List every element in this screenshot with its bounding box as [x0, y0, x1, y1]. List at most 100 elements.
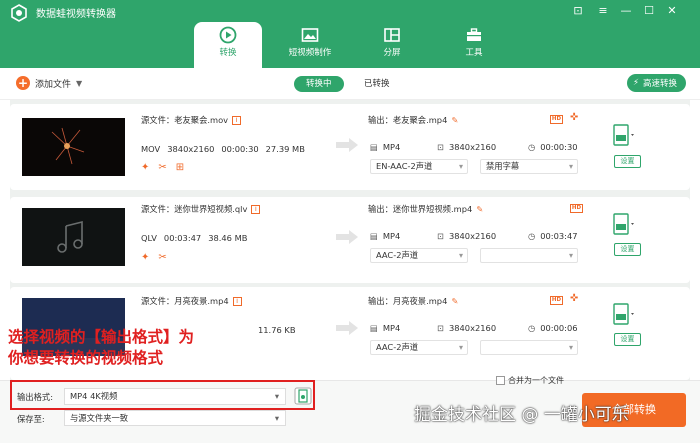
cut-icon[interactable]: ✜	[570, 293, 578, 304]
effects-icon[interactable]: ✦	[141, 252, 149, 263]
output-format-icon[interactable]	[611, 124, 635, 150]
resolution-icon: ⊡	[437, 323, 444, 333]
toolbox-icon	[467, 28, 481, 41]
cut-icon[interactable]: ✜	[570, 112, 578, 123]
source-meta: QLV 00:03:47 38.46 MB	[141, 233, 248, 243]
subtitle-select	[480, 340, 578, 355]
lightning-icon: ⚡	[633, 78, 639, 88]
chevron-down-icon[interactable]: ▼	[76, 79, 82, 88]
output-duration: ◷ 00:00:30	[528, 142, 578, 152]
tab-tools[interactable]: 工具	[440, 22, 508, 68]
item-actions: ✦ ✂ ⊞	[141, 162, 184, 173]
source-filename: 源文件：老友聚会.mov i	[141, 114, 341, 126]
arrow-right-icon	[336, 230, 358, 244]
merge-label: 合并为一个文件	[508, 376, 564, 385]
audio-track-select[interactable]: EN-AAC-2声道	[370, 159, 468, 174]
scissors-icon[interactable]: ✂	[158, 162, 166, 173]
output-format-icon[interactable]	[611, 303, 635, 329]
toolbar: + 添加文件 ▼ 转换中 已转换 ⚡ 高速转换	[0, 68, 700, 100]
info-icon[interactable]: i	[251, 205, 261, 214]
merge-checkbox[interactable]	[496, 376, 505, 385]
settings-button[interactable]: 设置	[614, 333, 641, 346]
output-resolution: ⊡ 3840x2160	[437, 323, 497, 333]
pencil-icon[interactable]: ✎	[476, 204, 483, 214]
output-resolution: ⊡ 3840x2160	[437, 142, 497, 152]
tab-label: 转换	[219, 48, 237, 58]
settings-button[interactable]: 设置	[614, 243, 641, 256]
app-window: 数据蛙视频转换器 ⊡ ≡ — ☐ ✕ 转换 短视频制作 分屏 工具 + 添加文件…	[0, 0, 700, 443]
output-format-icon[interactable]	[611, 213, 635, 239]
tab-short-video[interactable]: 短视频制作	[276, 22, 344, 68]
list-item: 源文件：老友聚会.mov i MOV 3840x2160 00:00:30 27.39 …	[10, 104, 690, 190]
output-filename: 输出：老友聚会.mp4 ✎	[368, 115, 459, 125]
film-icon: ▤	[370, 323, 378, 333]
output-format: ▤ MP4	[370, 231, 401, 241]
film-icon: ▤	[370, 231, 378, 241]
settings-button[interactable]: 设置	[614, 155, 641, 168]
tab-label: 分屏	[383, 48, 401, 58]
tab-label: 短视频制作	[288, 48, 332, 58]
tab-label: 工具	[465, 48, 483, 58]
output-filename: 输出：迷你世界短视频.mp4 ✎	[368, 204, 484, 214]
film-icon: ▤	[370, 142, 378, 152]
fast-convert-label: 高速转换	[642, 79, 677, 89]
skin-icon[interactable]: ⊡	[570, 4, 586, 18]
clock-icon: ◷	[528, 231, 536, 241]
item-actions: ✦ ✂	[141, 252, 167, 263]
annotation-line-1: 选择视频的【输出格式】为	[8, 328, 195, 346]
hd-badge-icon[interactable]: HD	[570, 204, 583, 213]
music-note-icon	[22, 208, 125, 266]
audio-track-select[interactable]: AAC-2声道	[370, 248, 468, 263]
annotation-line-2: 你想要转换的视频格式	[8, 349, 164, 367]
tab-convert[interactable]: 转换	[194, 22, 262, 68]
app-logo-icon	[11, 4, 27, 22]
info-icon[interactable]: i	[232, 297, 242, 306]
app-title: 数据蛙视频转换器	[36, 9, 116, 20]
video-thumbnail[interactable]	[22, 208, 125, 266]
audio-track-select[interactable]: AAC-2声道	[370, 340, 468, 355]
save-to-label: 保存至:	[17, 414, 45, 424]
source-filename: 源文件：月亮夜景.mp4 i	[141, 295, 341, 307]
clock-icon: ◷	[528, 323, 536, 333]
info-icon[interactable]: i	[232, 116, 242, 125]
tab-converted[interactable]: 已转换	[352, 76, 402, 92]
menu-icon[interactable]: ≡	[595, 4, 611, 18]
hd-badge-icon[interactable]: HD	[550, 115, 563, 124]
video-thumbnail[interactable]	[22, 118, 125, 176]
image-icon	[301, 28, 319, 42]
watermark-text: 掘金技术社区 @ 一罐小可乐	[414, 405, 629, 425]
source-meta: MOV 3840x2160 00:00:30 27.39 MB	[141, 144, 305, 154]
save-to-select[interactable]: 与源文件夹一致	[64, 410, 286, 426]
fast-convert-button[interactable]: ⚡ 高速转换	[627, 74, 686, 92]
pencil-icon[interactable]: ✎	[451, 296, 458, 306]
subtitle-select[interactable]: 禁用字幕	[480, 159, 578, 174]
pencil-icon[interactable]: ✎	[451, 115, 458, 125]
output-filename: 输出：月亮夜景.mp4 ✎	[368, 296, 459, 306]
arrow-right-icon	[336, 321, 358, 335]
arrow-right-icon	[336, 138, 358, 152]
scissors-icon[interactable]: ✂	[158, 252, 166, 263]
add-subtitle-icon[interactable]: ⊞	[176, 162, 184, 173]
split-screen-icon	[384, 28, 400, 42]
output-format: ▤ MP4	[370, 142, 401, 152]
fireworks-thumbnail	[22, 118, 125, 176]
minimize-icon[interactable]: —	[618, 4, 634, 18]
title-bar: 数据蛙视频转换器 ⊡ ≡ — ☐ ✕ 转换 短视频制作 分屏 工具	[0, 0, 700, 68]
tab-converting[interactable]: 转换中	[294, 76, 344, 92]
convert-icon	[219, 26, 237, 44]
maximize-icon[interactable]: ☐	[641, 4, 657, 18]
subtitle-select	[480, 248, 578, 263]
effects-icon[interactable]: ✦	[141, 162, 149, 173]
add-file-label: 添加文件	[35, 79, 72, 90]
plus-icon: +	[16, 76, 30, 90]
close-icon[interactable]: ✕	[664, 4, 680, 18]
output-resolution: ⊡ 3840x2160	[437, 231, 497, 241]
tutorial-annotation: 选择视频的【输出格式】为 你想要转换的视频格式	[8, 327, 318, 369]
hd-badge-icon[interactable]: HD	[550, 296, 563, 305]
resolution-icon: ⊡	[437, 142, 444, 152]
clock-icon: ◷	[528, 142, 536, 152]
source-filename: 源文件：迷你世界短视频.qlv i	[141, 203, 341, 215]
tab-split-screen[interactable]: 分屏	[358, 22, 426, 68]
add-file-button[interactable]: + 添加文件 ▼	[16, 76, 82, 90]
list-item: 源文件：迷你世界短视频.qlv i QLV 00:03:47 38.46 MB ✦ ✂ …	[10, 197, 690, 283]
